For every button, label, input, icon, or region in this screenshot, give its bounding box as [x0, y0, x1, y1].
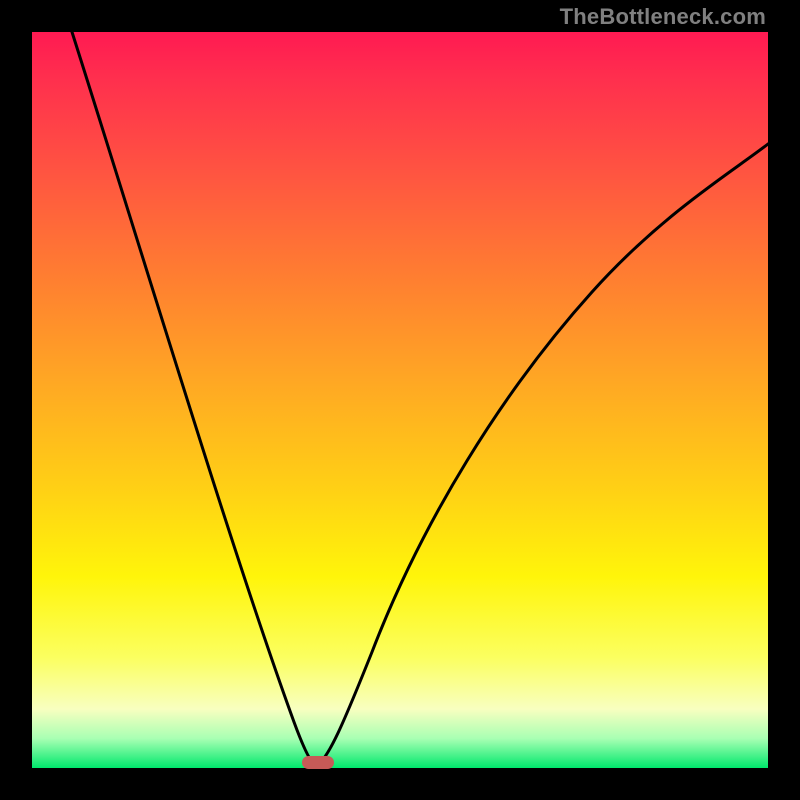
cusp-marker	[302, 756, 334, 769]
outer-frame: TheBottleneck.com	[0, 0, 800, 800]
bottleneck-curve	[32, 32, 768, 768]
curve-left-branch	[72, 32, 316, 766]
curve-right-branch	[316, 144, 768, 766]
watermark-text: TheBottleneck.com	[560, 4, 766, 30]
plot-area	[32, 32, 768, 768]
